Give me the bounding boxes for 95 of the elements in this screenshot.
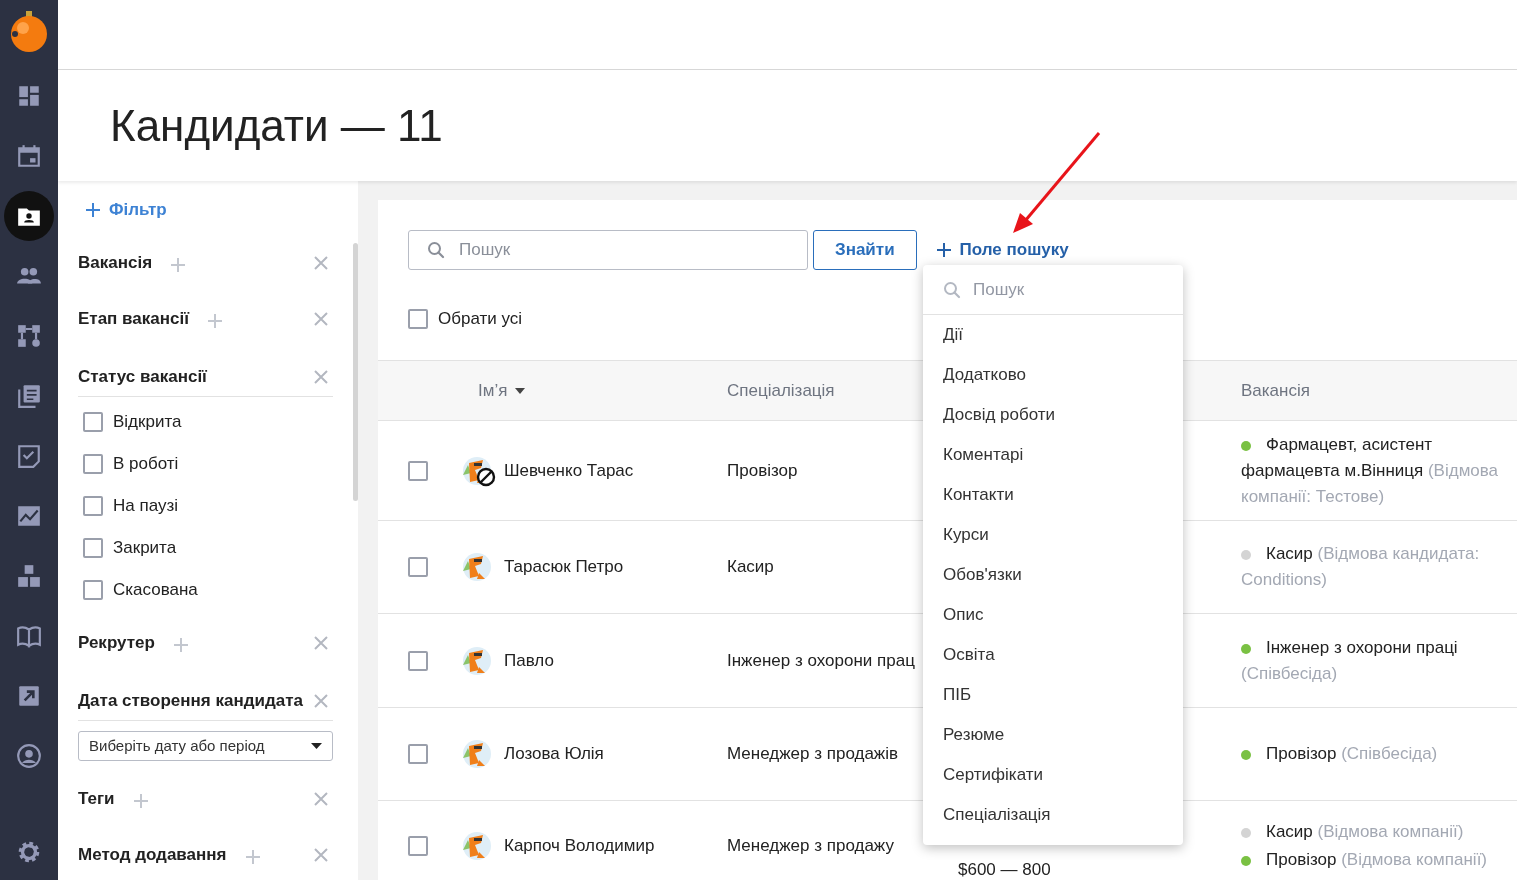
add-icon[interactable] <box>170 257 187 273</box>
filter-label: Етап вакансії <box>78 308 189 331</box>
vacancy-entry[interactable]: Фармацевт, асистент фармацевта м.Вінниця (Відмова компанії: Тестове) <box>1241 431 1509 510</box>
table-cell: Менеджер з продажів <box>727 744 898 764</box>
filter-label: Теги <box>78 788 115 811</box>
dropdown-item[interactable]: Резюме <box>923 715 1183 755</box>
sort-caret-icon[interactable] <box>515 387 526 394</box>
close-icon[interactable] <box>313 311 329 327</box>
add-filter-button[interactable]: Фільтр <box>78 185 167 235</box>
dropdown-item[interactable]: Спеціалізація <box>923 795 1183 835</box>
filter-label: Статус вакансії <box>78 365 207 388</box>
checkbox[interactable] <box>408 835 428 856</box>
close-icon[interactable] <box>313 635 329 651</box>
table-cell: Менеджер з продажу <box>727 835 894 855</box>
caret-icon <box>311 743 322 749</box>
search-icon <box>943 281 961 299</box>
vacancy-entry[interactable]: Провізор (Відмова компанії) <box>1241 846 1509 873</box>
dropdown-item[interactable]: ПІБ <box>923 675 1183 715</box>
dropdown-item[interactable]: Додатково <box>923 355 1183 395</box>
table-cell: Провізор <box>727 460 798 480</box>
filter-label: Рекрутер <box>78 632 155 655</box>
user-circle-icon <box>16 743 42 769</box>
task-check-icon <box>16 443 42 469</box>
option-label: Відкрита <box>113 411 182 434</box>
filter-label: Вакансія <box>78 252 153 275</box>
book-icon <box>16 623 42 649</box>
settings-icon[interactable] <box>16 839 42 865</box>
select-all-checkbox[interactable] <box>408 309 428 329</box>
dropdown-item[interactable]: Коментарі <box>923 435 1183 475</box>
search-field[interactable]: Пошук <box>408 230 808 270</box>
boxes-icon <box>16 563 42 589</box>
documents-icon <box>16 383 42 409</box>
dropdown-item[interactable]: Курси <box>923 515 1183 555</box>
table-cell: Інженер з охорони прац <box>727 650 915 670</box>
candidate-name[interactable]: Лозова Юлія <box>504 741 604 767</box>
add-icon[interactable] <box>172 637 189 653</box>
filter-label: Метод додавання <box>78 844 227 867</box>
candidate-name[interactable]: Карпоч Володимир <box>504 832 655 859</box>
column-header[interactable]: Ім’я <box>478 377 508 404</box>
add-icon[interactable] <box>244 849 261 865</box>
option-label: На паузі <box>113 495 178 518</box>
option-label: Закрита <box>113 537 177 560</box>
select-all-label: Обрати усі <box>438 308 523 331</box>
candidate-name[interactable]: Тарасюк Петро <box>504 554 624 580</box>
checkbox[interactable] <box>408 650 428 671</box>
checkbox[interactable] <box>408 557 428 577</box>
table-cell: Касир <box>727 557 774 577</box>
close-icon[interactable] <box>313 692 329 709</box>
chart-icon <box>16 503 42 529</box>
close-icon[interactable] <box>313 368 329 385</box>
dropdown-item[interactable]: Опис <box>923 595 1183 635</box>
table-cell-text: $600 — 800 <box>957 859 1051 879</box>
close-icon[interactable] <box>313 791 329 807</box>
search-icon <box>427 241 445 259</box>
option-label: Скасована <box>113 579 198 602</box>
vacancy-entry[interactable]: Касир (Відмова компанії) <box>1241 818 1509 845</box>
dropdown-item[interactable]: Сертифікати <box>923 755 1183 795</box>
dropdown-item[interactable]: Освіта <box>923 635 1183 675</box>
calendar-icon <box>16 143 42 169</box>
page-title: Кандидати — 11 <box>110 103 443 148</box>
hierarchy-icon <box>16 323 42 349</box>
dropdown-item[interactable]: Контакти <box>923 475 1183 515</box>
close-icon[interactable] <box>313 255 329 271</box>
nav-item[interactable] <box>4 191 54 241</box>
filter-label: Дата створення кандидата <box>78 689 303 712</box>
scrollbar[interactable] <box>353 243 358 501</box>
external-link-icon <box>16 683 42 709</box>
checkbox[interactable] <box>83 580 103 600</box>
plus-icon <box>935 242 952 258</box>
checkbox[interactable] <box>83 412 103 432</box>
add-search-field-button[interactable]: Поле пошуку <box>935 237 1069 263</box>
option-label: В роботі <box>113 453 179 476</box>
find-button[interactable]: Знайти <box>813 230 917 270</box>
checkbox[interactable] <box>408 744 428 764</box>
dropdown-item[interactable]: Досвід роботи <box>923 395 1183 435</box>
dropdown-item[interactable]: Обов'язки <box>923 555 1183 595</box>
checkbox[interactable] <box>83 454 103 474</box>
checkbox[interactable] <box>83 496 103 516</box>
vacancy-entry[interactable]: Провізор (Співбесіда) <box>1241 741 1509 767</box>
column-header: Спеціалізація <box>727 379 835 402</box>
dropdown-search-field[interactable]: Пошук <box>923 265 1183 315</box>
add-icon[interactable] <box>207 313 223 329</box>
candidate-name[interactable]: Павло <box>504 647 554 674</box>
candidate-name[interactable]: Шевченко Тарас <box>504 457 634 484</box>
dropdown-item[interactable]: Дії <box>923 315 1183 355</box>
add-icon[interactable] <box>132 793 149 809</box>
dashboard-icon <box>16 83 42 109</box>
date-select[interactable]: Виберіть дату або період <box>78 731 333 761</box>
close-icon[interactable] <box>313 847 329 863</box>
checkbox[interactable] <box>83 538 103 558</box>
vacancy-entry[interactable]: Інженер з охорони праці (Співбесіда) <box>1241 634 1509 687</box>
checkbox[interactable] <box>408 460 428 481</box>
plus-icon <box>85 202 101 218</box>
column-header: Вакансія <box>1241 379 1310 402</box>
vacancy-entry[interactable]: Касир (Відмова кандидата: Conditions) <box>1241 541 1509 593</box>
